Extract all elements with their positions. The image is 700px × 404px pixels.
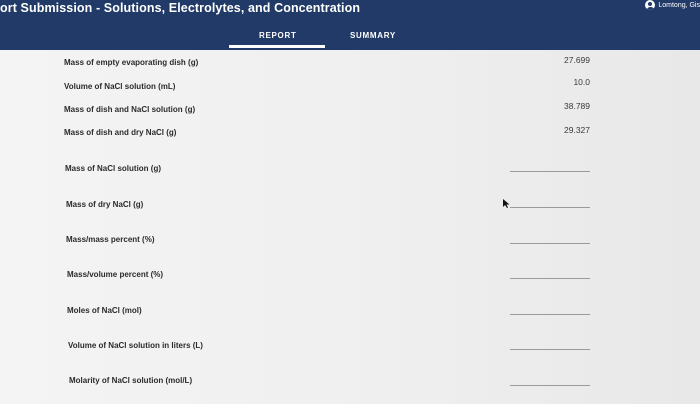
- moles-nacl-input[interactable]: [510, 302, 590, 315]
- page-title: ort Submission - Solutions, Electrolytes…: [0, 1, 361, 15]
- label-mass-mass-percent: Mass/mass percent (%): [66, 235, 155, 244]
- mass-volume-percent-input[interactable]: [510, 266, 590, 279]
- label-moles-nacl: Moles of NaCl (mol): [67, 306, 142, 315]
- value-mass-empty-dish: 27.699: [564, 55, 590, 65]
- mouse-pointer-icon: [503, 199, 510, 208]
- top-bar: ort Submission - Solutions, Electrolytes…: [0, 0, 700, 50]
- value-volume-nacl-solution: 10.0: [573, 77, 590, 87]
- volume-solution-liters-input[interactable]: [510, 337, 590, 350]
- report-form: Mass of empty evaporating dish (g) 27.69…: [0, 50, 700, 404]
- label-mass-dish-dry-nacl: Mass of dish and dry NaCl (g): [64, 128, 177, 137]
- label-volume-nacl-solution: Volume of NaCl solution (mL): [64, 82, 176, 91]
- label-mass-dry-nacl: Mass of dry NaCl (g): [66, 200, 144, 209]
- user-name: Lomtong, Gis: [658, 1, 700, 9]
- user-circle-icon: [645, 0, 656, 10]
- value-mass-dish-dry-nacl: 29.327: [564, 125, 590, 135]
- label-mass-empty-dish: Mass of empty evaporating dish (g): [64, 58, 199, 67]
- label-volume-solution-liters: Volume of NaCl solution in liters (L): [68, 341, 203, 350]
- label-mass-volume-percent: Mass/volume percent (%): [67, 270, 164, 279]
- tab-summary[interactable]: SUMMARY: [350, 31, 396, 40]
- user-menu[interactable]: Lomtong, Gis: [645, 0, 700, 10]
- tab-report[interactable]: REPORT: [259, 31, 297, 40]
- label-mass-dish-solution: Mass of dish and NaCl solution (g): [64, 105, 196, 114]
- label-mass-nacl-solution: Mass of NaCl solution (g): [65, 164, 161, 173]
- mass-mass-percent-input[interactable]: [510, 231, 590, 244]
- mass-dry-nacl-input[interactable]: [510, 195, 590, 208]
- mass-nacl-solution-input[interactable]: [510, 159, 590, 172]
- value-mass-dish-solution: 38.789: [564, 101, 590, 111]
- molarity-nacl-input[interactable]: [510, 373, 590, 386]
- selected-tab-indicator: [229, 45, 325, 48]
- label-molarity-nacl: Molarity of NaCl solution (mol/L): [69, 376, 193, 385]
